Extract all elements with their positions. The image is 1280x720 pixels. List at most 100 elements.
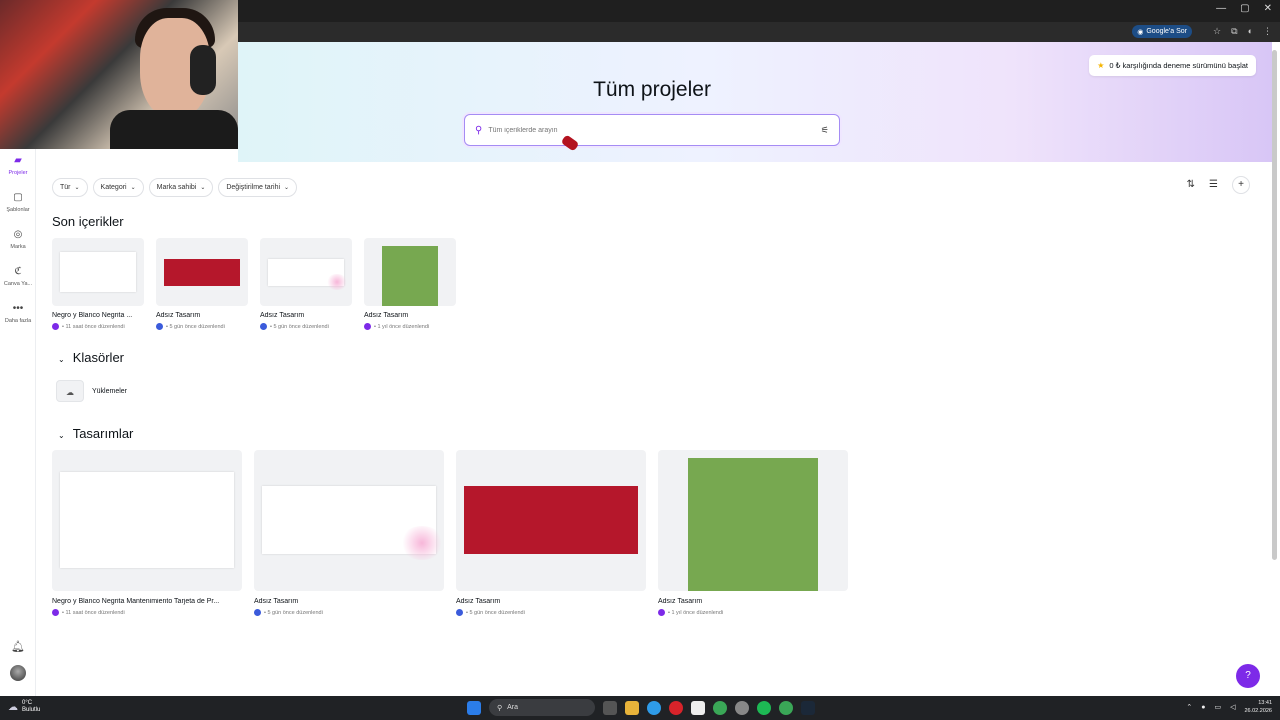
start-trial-button[interactable]: ★ 0 ₺ karşılığında deneme sürümünü başla…: [1089, 55, 1256, 76]
edited-time: • 5 gün önce düzenlendi: [270, 323, 329, 330]
sidebar-item-projects[interactable]: ▰ Projeler: [0, 155, 36, 176]
file-explorer-icon[interactable]: [625, 700, 639, 715]
recent-item[interactable]: Adsız Tasarım • 5 gün önce düzenlendi: [156, 238, 248, 330]
design-thumbnail: [260, 238, 352, 306]
chevron-down-icon: ⌄: [284, 185, 290, 191]
edited-time: • 5 gün önce düzenlendi: [166, 323, 225, 330]
close-button[interactable]: ✕: [1264, 3, 1272, 14]
system-tray: ⌃ ● ▭ ◁ 13:41 26.02.2026: [1186, 699, 1272, 715]
design-item[interactable]: Adsız Tasarım • 1 yıl önce düzenlendi: [658, 450, 848, 616]
sidebar-item-canva-ai[interactable]: ℭ Canva Ya...: [0, 266, 36, 287]
filter-modified-date[interactable]: Değiştirilme tarihi ⌄: [218, 178, 298, 197]
weather-temp: 0°C: [22, 700, 33, 706]
brand-icon: ◎: [13, 229, 23, 240]
chevron-down-icon: ⌄: [58, 431, 65, 440]
section-folders-title[interactable]: ⌄ Klasörler: [58, 350, 124, 365]
bell-icon: 🔔︎: [11, 641, 25, 653]
design-thumbnail: [156, 238, 248, 306]
edge-icon[interactable]: [647, 700, 661, 715]
section-recent-title: Son içerikler: [52, 214, 124, 229]
design-title: Negro y Blanco Negrita Mantenimiento Tar…: [52, 598, 220, 605]
sidebar-item-label: Şablonlar: [6, 207, 30, 213]
steam-icon[interactable]: [801, 700, 815, 715]
clock-time: 13:41: [1258, 700, 1272, 706]
search-icon: ⚲: [497, 704, 503, 712]
maximize-button[interactable]: ▢: [1240, 3, 1249, 14]
edited-time: • 11 saat önce düzenlendi: [62, 609, 125, 616]
cloud-icon: ☁: [8, 701, 18, 713]
app-icon[interactable]: [735, 700, 749, 715]
design-thumbnail: [658, 450, 848, 591]
microphone-icon[interactable]: ●: [1201, 704, 1205, 711]
search-input[interactable]: [488, 126, 821, 134]
taskbar-search-label: Ara: [507, 704, 519, 711]
windows-taskbar: ☁ 0°C Bulutlu ⚲ Ara ⌃ ● ▭ ◁ 13:41 26.02.…: [0, 696, 1280, 720]
more-icon: •••: [12, 303, 24, 314]
spotify-icon[interactable]: [757, 700, 771, 715]
design-item[interactable]: Negro y Blanco Negrita Mantenimiento Tar…: [52, 450, 242, 616]
notifications-button[interactable]: 🔔︎: [0, 637, 36, 655]
recent-item[interactable]: Adsız Tasarım • 5 gün önce düzenlendi: [260, 238, 352, 330]
extensions-icon[interactable]: ⧉: [1231, 26, 1237, 37]
chrome-icon[interactable]: [713, 700, 727, 715]
minimize-button[interactable]: —: [1216, 3, 1226, 14]
sort-icon[interactable]: ⇅: [1187, 179, 1195, 194]
recent-item-title: Negro y Blanco Negrita ...: [52, 312, 133, 319]
task-view-icon[interactable]: [603, 700, 617, 715]
design-thumbnail: [52, 450, 242, 591]
help-button[interactable]: ?: [1236, 664, 1260, 688]
weather-widget[interactable]: ☁ 0°C Bulutlu: [8, 700, 40, 714]
filter-label: Marka sahibi: [156, 184, 197, 191]
filter-bar: Tür ⌄ Kategori ⌄ Marka sahibi ⌄ Değiştirilm…: [52, 178, 298, 197]
recent-item[interactable]: Negro y Blanco Negrita ... • 11 saat önc…: [52, 238, 144, 330]
filter-label: Tür: [60, 184, 71, 191]
recent-item[interactable]: Adsız Tasarım • 1 yıl önce düzenlendi: [364, 238, 456, 330]
opera-icon[interactable]: [669, 700, 683, 715]
sidebar-item-more[interactable]: ••• Daha fazla: [0, 303, 36, 324]
owner-avatar-icon: [52, 323, 59, 330]
folder-icon: ▰: [14, 155, 22, 166]
chrome-active-icon[interactable]: [779, 700, 793, 715]
filter-type[interactable]: Tür ⌄: [52, 178, 88, 197]
design-item[interactable]: Adsız Tasarım • 5 gün önce düzenlendi: [254, 450, 444, 616]
taskbar-search[interactable]: ⚲ Ara: [489, 699, 595, 716]
chevron-up-icon[interactable]: ⌃: [1186, 703, 1192, 711]
start-icon[interactable]: [467, 700, 481, 715]
section-folders-label: Klasörler: [72, 350, 124, 365]
chevron-down-icon: ⌄: [200, 185, 206, 191]
edited-time: • 5 gün önce düzenlendi: [466, 609, 525, 616]
folder-title: Yüklemeler: [92, 387, 128, 395]
google-sor-button[interactable]: ◉ Google'a Sor: [1132, 25, 1192, 38]
search-icon: ⚲: [475, 124, 483, 136]
filter-icon[interactable]: ⚟: [821, 125, 829, 136]
sidebar-item-templates[interactable]: ▢ Şablonlar: [0, 192, 36, 213]
filter-label: Değiştirilme tarihi: [226, 184, 281, 191]
account-button[interactable]: [0, 665, 36, 681]
owner-avatar-icon: [52, 609, 59, 616]
app-icon[interactable]: [691, 700, 705, 715]
view-tools: ⇅ ☰ +: [1187, 176, 1250, 194]
filter-brand-owner[interactable]: Marka sahibi ⌄: [148, 178, 214, 197]
profile-icon[interactable]: ◐: [1248, 26, 1253, 37]
owner-avatar-icon: [254, 609, 261, 616]
folder-item[interactable]: ☁ Yüklemeler: [56, 380, 127, 402]
filter-category[interactable]: Kategori ⌄: [92, 178, 144, 197]
bookmark-star-icon[interactable]: ☆: [1213, 26, 1221, 37]
list-view-icon[interactable]: ☰: [1209, 179, 1218, 194]
section-designs-title[interactable]: ⌄ Tasarımlar: [58, 426, 133, 441]
owner-avatar-icon: [658, 609, 665, 616]
recent-item-meta: • 1 yıl önce düzenlendi: [364, 323, 456, 330]
sidebar-item-label: Projeler: [8, 170, 28, 176]
design-meta: • 11 saat önce düzenlendi: [52, 609, 242, 616]
recent-item-title: Adsız Tasarım: [364, 312, 409, 319]
network-icon[interactable]: ▭: [1214, 703, 1221, 711]
recent-item-title: Adsız Tasarım: [260, 312, 305, 319]
create-new-button[interactable]: +: [1232, 176, 1250, 194]
design-item[interactable]: Adsız Tasarım • 5 gün önce düzenlendi: [456, 450, 646, 616]
sidebar-item-brand[interactable]: ◎ Marka: [0, 229, 36, 250]
search-bar[interactable]: ⚲ ⚟: [464, 114, 840, 146]
clock[interactable]: 13:41 26.02.2026: [1244, 699, 1272, 715]
scrollbar[interactable]: [1272, 50, 1277, 560]
volume-icon[interactable]: ◁: [1230, 703, 1235, 711]
browser-menu-icon[interactable]: ⋮: [1263, 26, 1272, 37]
